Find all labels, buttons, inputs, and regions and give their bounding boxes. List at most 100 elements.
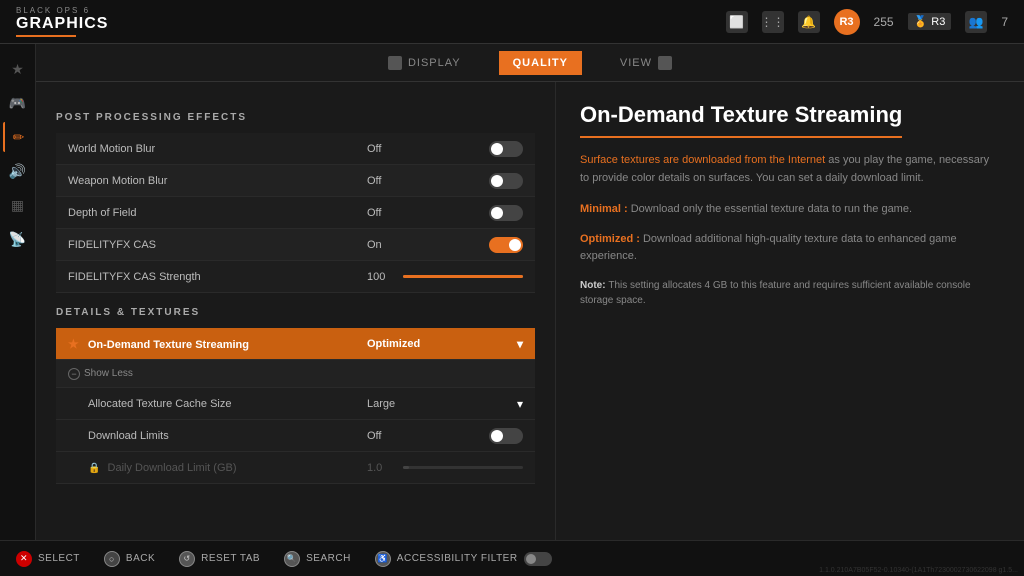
left-panel: POST PROCESSING EFFECTS World Motion Blu… bbox=[36, 82, 556, 540]
rank-badge: 🏅 R3 bbox=[908, 13, 952, 30]
info-description: Surface textures are downloaded from the… bbox=[580, 152, 1000, 187]
avatar: R3 bbox=[834, 9, 860, 35]
chevron-down-icon: ▾ bbox=[517, 397, 523, 411]
daily-download-slider bbox=[403, 466, 523, 469]
search-action[interactable]: 🔍 SEARCH bbox=[284, 551, 351, 567]
accessibility-toggle[interactable] bbox=[524, 552, 552, 566]
weapon-motion-blur-toggle[interactable] bbox=[489, 173, 523, 189]
download-limits-toggle[interactable] bbox=[489, 428, 523, 444]
details-textures-section: DETAILS & TEXTURES ★ On-Demand Texture S… bbox=[56, 307, 535, 484]
world-motion-blur-label: World Motion Blur bbox=[56, 143, 355, 155]
post-processing-section: POST PROCESSING EFFECTS World Motion Blu… bbox=[56, 112, 535, 293]
note-key: Note: bbox=[580, 280, 608, 291]
tab-navigation: DISPLAY QUALITY VIEW bbox=[36, 44, 1024, 82]
table-row: FIDELITYFX CAS On bbox=[56, 229, 535, 261]
on-demand-streaming-value: Optimized ▾ bbox=[355, 337, 535, 351]
tab-display[interactable]: DISPLAY bbox=[380, 50, 469, 76]
topbar-icons: ⬜ ⋮⋮ 🔔 R3 255 🏅 R3 👥 7 bbox=[726, 9, 1008, 35]
sidebar-item-audio[interactable]: 🔊 bbox=[3, 156, 33, 186]
search-icon: 🔍 bbox=[284, 551, 300, 567]
optimized-key: Optimized : bbox=[580, 233, 643, 245]
table-row: Allocated Texture Cache Size Large ▾ bbox=[56, 388, 535, 420]
logo-subtitle: BLACK OPS 6 bbox=[16, 6, 108, 15]
main-area: DISPLAY QUALITY VIEW POST PROCESSING EFF… bbox=[36, 44, 1024, 540]
allocated-texture-cache-label: Allocated Texture Cache Size bbox=[76, 398, 355, 410]
sidebar-item-controller[interactable]: 🎮 bbox=[3, 88, 33, 118]
weapon-motion-blur-text: Off bbox=[367, 175, 381, 187]
table-row: 🔒 Daily Download Limit (GB) 1.0 bbox=[56, 452, 535, 484]
fidelityfx-cas-toggle[interactable] bbox=[489, 237, 523, 253]
daily-download-limit-label: 🔒 Daily Download Limit (GB) bbox=[76, 462, 355, 474]
sidebar-item-network[interactable]: 📡 bbox=[3, 224, 33, 254]
slider-track bbox=[403, 275, 523, 278]
chevron-down-icon: ▾ bbox=[517, 337, 523, 351]
fidelityfx-cas-label: FIDELITYFX CAS bbox=[56, 239, 355, 251]
world-motion-blur-toggle[interactable] bbox=[489, 141, 523, 157]
daily-download-limit-text: 1.0 bbox=[367, 462, 382, 474]
lock-icon: 🔒 bbox=[88, 463, 100, 474]
accessibility-label: ACCESSIBILITY FILTER bbox=[397, 553, 518, 564]
grid-icon[interactable]: ⋮⋮ bbox=[762, 11, 784, 33]
fidelityfx-strength-label: FIDELITYFX CAS Strength bbox=[56, 271, 355, 283]
reset-tab-label: RESET TAB bbox=[201, 553, 260, 564]
x-button-icon: ✕ bbox=[16, 551, 32, 567]
info-minimal-section: Minimal : Download only the essential te… bbox=[580, 201, 1000, 219]
info-title: On-Demand Texture Streaming bbox=[580, 102, 902, 138]
weapon-motion-blur-value: Off bbox=[355, 173, 535, 189]
sidebar: ★ 🎮 ✏ 🔊 ▦ 📡 bbox=[0, 44, 36, 540]
table-row: Depth of Field Off bbox=[56, 197, 535, 229]
table-row: Download Limits Off bbox=[56, 420, 535, 452]
topbar: BLACK OPS 6 GRAPHICS ⬜ ⋮⋮ 🔔 R3 255 🏅 R3 … bbox=[0, 0, 1024, 44]
download-limits-label: Download Limits bbox=[76, 430, 355, 442]
accessibility-icon: ♿ bbox=[375, 551, 391, 567]
friends-icon[interactable]: 👥 bbox=[965, 11, 987, 33]
logo-title: GRAPHICS bbox=[16, 15, 108, 33]
tab-view-label: VIEW bbox=[620, 57, 652, 69]
view-tab-icon bbox=[658, 56, 672, 70]
table-row[interactable]: ★ On-Demand Texture Streaming Optimized … bbox=[56, 328, 535, 360]
details-textures-title: DETAILS & TEXTURES bbox=[56, 307, 535, 318]
info-note: Note: This setting allocates 4 GB to thi… bbox=[580, 278, 1000, 308]
select-action[interactable]: ✕ SELECT bbox=[16, 551, 80, 567]
tab-view[interactable]: VIEW bbox=[612, 50, 680, 76]
table-row: World Motion Blur Off bbox=[56, 133, 535, 165]
rank-icon: 🏅 bbox=[914, 15, 928, 28]
debug-info: 1.1.0.210A7B05F52-0.10340-(1A1Th72300027… bbox=[813, 565, 1024, 576]
sidebar-item-graphics[interactable]: ✏ bbox=[3, 122, 33, 152]
select-label: SELECT bbox=[38, 553, 80, 564]
controller-icon[interactable]: ⬜ bbox=[726, 11, 748, 33]
show-less-row[interactable]: − Show Less bbox=[56, 360, 535, 388]
info-optimized-section: Optimized : Download additional high-qua… bbox=[580, 231, 1000, 266]
show-less-button[interactable]: − Show Less bbox=[68, 368, 133, 380]
depth-of-field-toggle[interactable] bbox=[489, 205, 523, 221]
right-panel: On-Demand Texture Streaming Surface text… bbox=[556, 82, 1024, 540]
table-row: FIDELITYFX CAS Strength 100 bbox=[56, 261, 535, 293]
download-limits-value: Off bbox=[355, 428, 535, 444]
depth-of-field-text: Off bbox=[367, 207, 381, 219]
back-label: BACK bbox=[126, 553, 155, 564]
reset-tab-action[interactable]: ↺ RESET TAB bbox=[179, 551, 260, 567]
fidelityfx-cas-value: On bbox=[355, 237, 535, 253]
note-text: This setting allocates 4 GB to this feat… bbox=[580, 280, 971, 306]
slider-track bbox=[403, 466, 523, 469]
logo-line bbox=[16, 35, 76, 37]
star-icon: ★ bbox=[68, 337, 79, 351]
bell-icon[interactable]: 🔔 bbox=[798, 11, 820, 33]
fidelityfx-strength-slider[interactable] bbox=[403, 275, 523, 278]
player-score: 255 bbox=[874, 15, 894, 29]
tab-quality[interactable]: QUALITY bbox=[499, 51, 582, 75]
table-row: Weapon Motion Blur Off bbox=[56, 165, 535, 197]
accessibility-action[interactable]: ♿ ACCESSIBILITY FILTER bbox=[375, 551, 552, 567]
depth-of-field-label: Depth of Field bbox=[56, 207, 355, 219]
back-action[interactable]: ○ BACK bbox=[104, 551, 155, 567]
tab-display-label: DISPLAY bbox=[408, 57, 461, 69]
info-minimal-label: Minimal : Download only the essential te… bbox=[580, 201, 1000, 219]
slider-fill bbox=[403, 275, 523, 278]
info-desc-highlight: Surface textures are downloaded from the… bbox=[580, 154, 825, 166]
sidebar-item-display[interactable]: ▦ bbox=[3, 190, 33, 220]
reset-tab-icon: ↺ bbox=[179, 551, 195, 567]
allocated-texture-cache-value[interactable]: Large ▾ bbox=[355, 397, 535, 411]
world-motion-blur-text: Off bbox=[367, 143, 381, 155]
sidebar-item-favorites[interactable]: ★ bbox=[3, 54, 33, 84]
world-motion-blur-value: Off bbox=[355, 141, 535, 157]
